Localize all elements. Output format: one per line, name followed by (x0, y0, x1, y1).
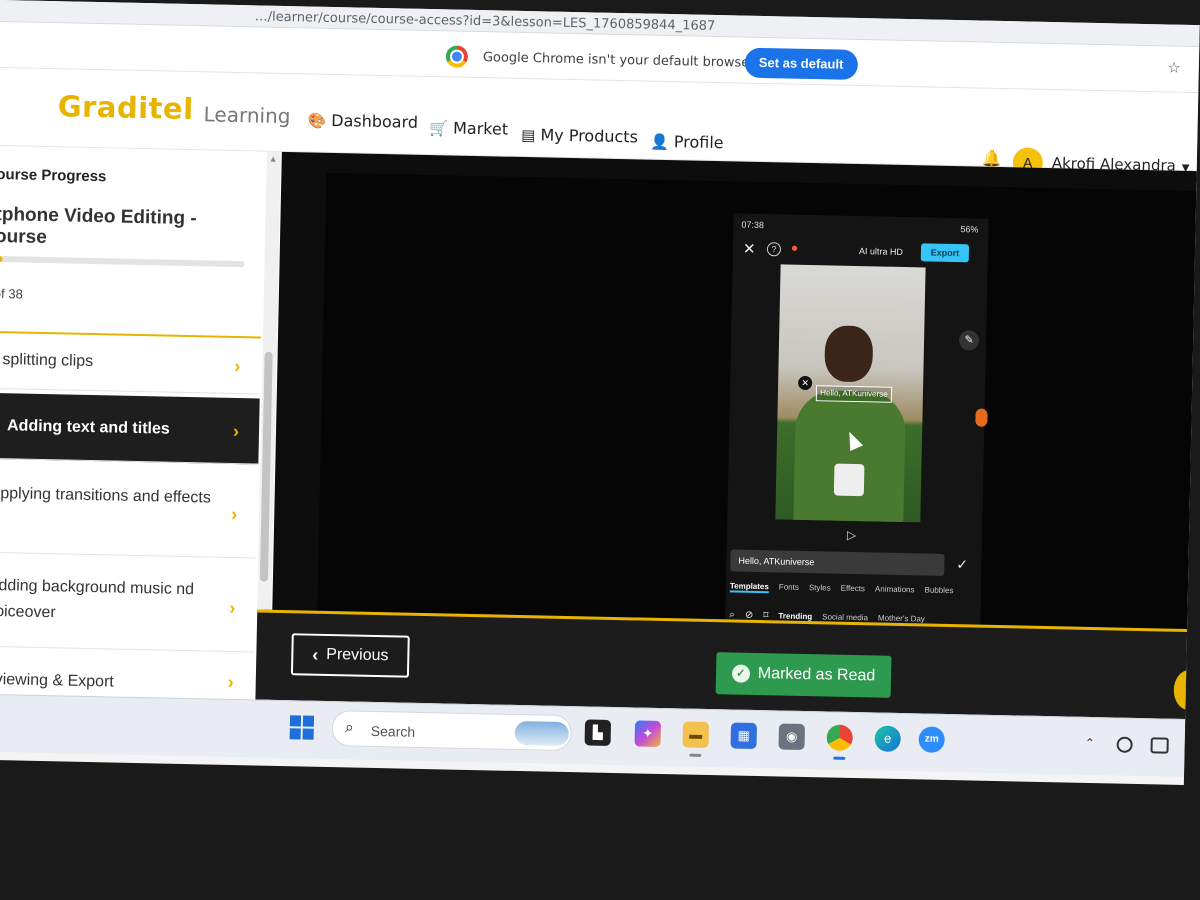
lesson-item[interactable]: splitting clips › (0, 330, 262, 395)
palette-icon: 🎨 (307, 110, 327, 130)
zoom-icon[interactable]: zm (918, 726, 945, 753)
lesson-label: Adding background music nd voiceover (0, 576, 195, 622)
lesson-label: Applying transitions and effects (0, 484, 211, 507)
chevron-right-icon: › (231, 503, 238, 524)
person-head (824, 325, 874, 383)
lesson-label: Adding text and titles (6, 417, 170, 438)
lesson-label: splitting clips (2, 351, 94, 371)
edge-icon[interactable]: e (874, 725, 901, 753)
phone-tab: Effects (840, 583, 866, 594)
task-view-icon[interactable]: ▙ (584, 719, 612, 746)
course-title: tphone Video Editing - ourse (0, 203, 197, 249)
marked-as-read-label: Marked as Read (757, 665, 876, 685)
logo[interactable]: Graditel (57, 89, 194, 126)
nav-my-products-label: My Products (540, 125, 639, 147)
lesson-list: splitting clips › Adding text and titles… (0, 330, 262, 700)
help-icon: ? (766, 242, 782, 257)
lesson-item[interactable]: eviewing & Export › (0, 646, 255, 700)
chevron-right-icon: › (232, 420, 240, 441)
ai-quality-label: AI ultra HD (858, 246, 904, 257)
lesson-item-active[interactable]: Adding text and titles › (0, 392, 260, 465)
previous-button[interactable]: ‹ Previous (290, 633, 410, 678)
lesson-label: eviewing & Export (0, 670, 114, 691)
close-icon: ✕ (742, 240, 756, 258)
chevron-right-icon: › (227, 671, 234, 692)
text-overlay: Hello, ATKuniverse (815, 385, 893, 403)
lesson-count: of 38 (0, 285, 23, 302)
chrome-active-indicator (833, 756, 846, 760)
play-icon: ▷ (846, 527, 857, 543)
book-icon: ▤ (521, 125, 536, 144)
phone-screen-recording: 07:38 56% ✕ ? ● AI ultra HD Export ✕ Hel… (724, 213, 989, 639)
nav-profile[interactable]: 👤 Profile (649, 132, 724, 153)
chevron-up-icon[interactable]: ⌃ (1085, 736, 1095, 750)
nav-my-products[interactable]: ▤ My Products (521, 125, 638, 146)
course-progress-heading: ourse Progress (0, 165, 107, 186)
text-remove-icon: ✕ (798, 375, 813, 391)
course-progress-bar (0, 255, 245, 268)
explorer-indicator (689, 753, 702, 757)
phone-tab: Templates (729, 581, 769, 594)
user-icon: 👤 (649, 132, 670, 151)
record-dot (975, 408, 988, 427)
copilot-icon[interactable]: ✦ (634, 720, 662, 747)
mug (833, 463, 865, 497)
notification-icon[interactable] (1150, 737, 1169, 754)
chrome-icon[interactable] (826, 724, 854, 752)
camera-icon[interactable]: ◉ (778, 723, 806, 751)
chevron-left-icon: ‹ (312, 644, 319, 665)
phone-tab: Fonts (778, 582, 799, 592)
fire-icon: ● (790, 240, 799, 255)
phone-text-tabs: Templates Fonts Styles Effects Animation… (729, 581, 954, 597)
person-body (793, 389, 906, 523)
phone-time: 07:38 (741, 219, 765, 231)
network-icon[interactable] (1116, 736, 1133, 753)
check-icon: ✓ (956, 556, 969, 573)
chevron-right-icon: › (234, 355, 241, 376)
set-default-button[interactable]: Set as default (744, 47, 858, 80)
nav-profile-label: Profile (673, 132, 724, 153)
screen: …/learner/course/course-access?id=3&less… (0, 0, 1200, 785)
lesson-item[interactable]: Adding background music nd voiceover › (0, 552, 257, 653)
phone-tab: Styles (808, 583, 831, 593)
scroll-up-icon[interactable]: ▲ (269, 154, 278, 164)
check-circle-icon: ✓ (731, 664, 751, 683)
pencil-icon: ✎ (958, 330, 980, 351)
lesson-item[interactable]: Applying transitions and effects › (0, 458, 259, 559)
star-icon[interactable]: ☆ (1167, 58, 1181, 76)
store-icon[interactable]: ▦ (730, 722, 758, 750)
taskbar-search[interactable]: ⌕ Search (331, 710, 573, 752)
nav-dashboard[interactable]: 🎨 Dashboard (307, 110, 419, 132)
video-player[interactable]: 07:38 56% ✕ ? ● AI ultra HD Export ✕ Hel… (317, 172, 1197, 639)
search-highlight-image (514, 720, 570, 747)
chrome-logo-icon (445, 45, 469, 68)
phone-text-input: Hello, ATKuniverse (730, 549, 945, 576)
phone-export-button: Export (920, 243, 970, 263)
nav-market[interactable]: 🛒 Market (429, 118, 508, 139)
next-button[interactable] (1173, 669, 1200, 711)
marked-as-read-button[interactable]: ✓ Marked as Read (715, 652, 892, 698)
phone-tab: Animations (874, 584, 915, 595)
logo-subtitle: Learning (203, 102, 291, 129)
video-clip-preview: ✕ Hello, ATKuniverse (775, 264, 926, 523)
cart-icon: 🛒 (429, 118, 449, 137)
nav-market-label: Market (452, 118, 509, 139)
course-sidebar: ourse Progress tphone Video Editing - ou… (0, 145, 282, 700)
file-explorer-icon[interactable]: ▬ (682, 721, 710, 749)
course-progress-fill (0, 255, 3, 263)
phone-tab: Bubbles (924, 585, 954, 596)
phone-battery: 56% (960, 224, 979, 235)
windows-start-icon[interactable] (289, 715, 315, 740)
search-icon: ⌕ (344, 719, 354, 737)
chevron-right-icon: › (229, 597, 236, 618)
infobar-message: Google Chrome isn't your default browser (482, 50, 755, 71)
taskbar-search-label: Search (370, 722, 416, 740)
previous-label: Previous (326, 645, 389, 665)
nav-dashboard-label: Dashboard (331, 110, 419, 132)
